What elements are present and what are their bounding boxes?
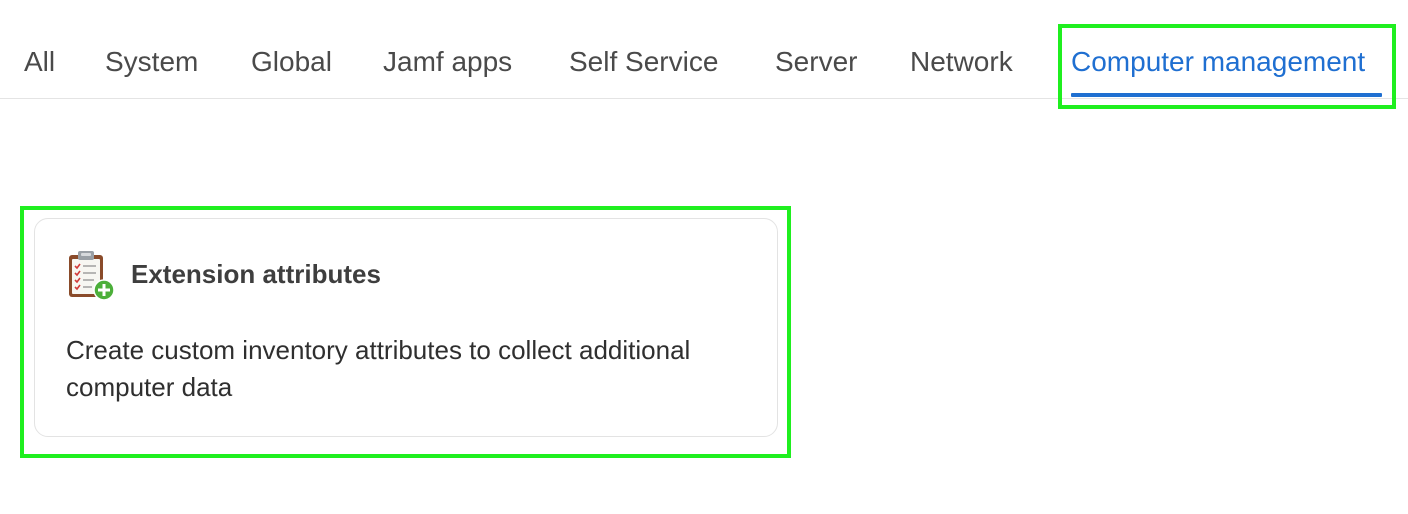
active-tab-indicator [1071, 93, 1382, 97]
tab-system[interactable]: System [105, 40, 198, 84]
settings-page: All System Global Jamf apps Self Service… [0, 0, 1408, 514]
tab-global[interactable]: Global [251, 40, 332, 84]
tab-self-service[interactable]: Self Service [569, 40, 718, 84]
tab-jamf-apps[interactable]: Jamf apps [383, 40, 512, 84]
tab-server[interactable]: Server [775, 40, 857, 84]
tab-network[interactable]: Network [910, 40, 1013, 84]
tab-computer-management[interactable]: Computer management [1071, 40, 1365, 84]
tab-all[interactable]: All [24, 40, 55, 84]
clipboard-add-icon [69, 251, 115, 301]
extension-attributes-card[interactable]: Extension attributes Create custom inven… [34, 218, 778, 437]
category-tab-bar: All System Global Jamf apps Self Service… [0, 0, 1408, 99]
card-description: Create custom inventory attributes to co… [66, 335, 691, 402]
card-title: Extension attributes [131, 259, 381, 289]
